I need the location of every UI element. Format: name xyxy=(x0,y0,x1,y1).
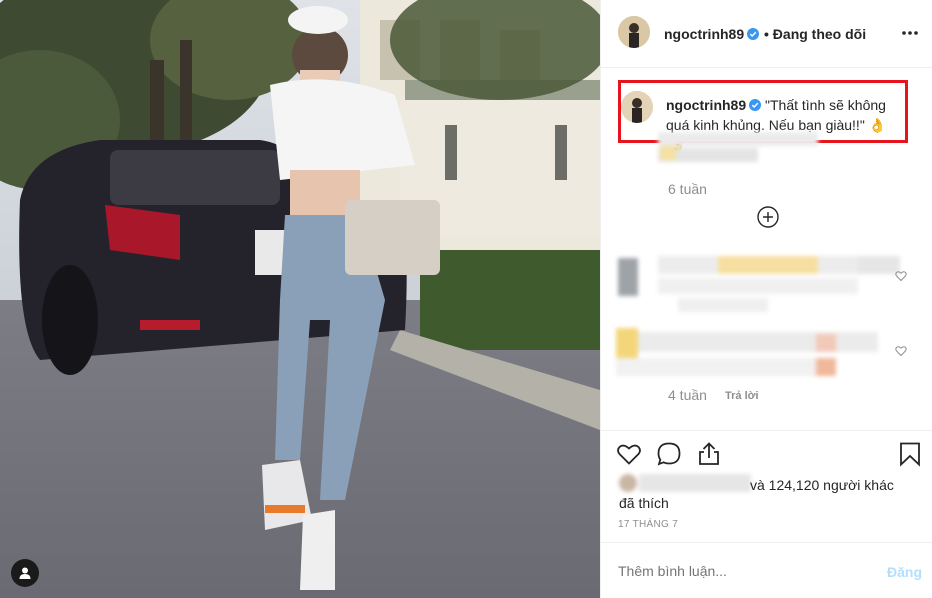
user-tag-icon xyxy=(19,567,31,579)
follow-status-label: Đang theo dõi xyxy=(772,26,867,42)
likes-count-link[interactable]: và 124,120 người khác xyxy=(750,477,894,493)
heart-icon[interactable] xyxy=(895,345,907,357)
verified-badge-icon xyxy=(747,28,760,40)
likes-summary: và 124,120 người khác đã thích xyxy=(619,476,919,512)
likes-suffix: đã thích xyxy=(619,495,669,511)
comment-item xyxy=(616,328,878,380)
caption-time: 6 tuần xyxy=(668,181,707,197)
post-comment-button[interactable]: Đăng xyxy=(887,564,922,580)
more-horizontal-icon[interactable] xyxy=(901,30,919,36)
actions-divider xyxy=(601,430,932,431)
post-side-panel: ngoctrinh89 • Đang theo dõi ngoctrinh89 … xyxy=(600,0,932,598)
post-image xyxy=(0,0,600,598)
add-comment-input[interactable] xyxy=(618,563,868,579)
share-icon[interactable] xyxy=(696,441,722,467)
comment-divider xyxy=(601,542,932,543)
author-avatar[interactable] xyxy=(618,16,650,48)
comment-time: 4 tuần xyxy=(668,387,707,403)
reply-button[interactable]: Trả lời xyxy=(725,390,759,402)
post-date[interactable]: 17 THÁNG 7 xyxy=(618,519,678,530)
heart-icon[interactable] xyxy=(616,441,642,467)
bookmark-icon[interactable] xyxy=(897,441,923,467)
comment-bubble-icon[interactable] xyxy=(656,441,682,467)
avatar-image xyxy=(618,16,650,48)
author-name[interactable]: ngoctrinh89 xyxy=(664,26,760,44)
heart-icon[interactable] xyxy=(895,270,907,282)
comment-item xyxy=(618,256,900,316)
follow-status-button[interactable]: • Đang theo dõi xyxy=(764,26,866,42)
author-username[interactable]: ngoctrinh89 xyxy=(664,26,744,42)
blurred-text xyxy=(658,130,818,172)
post-header: ngoctrinh89 • Đang theo dõi xyxy=(601,0,932,68)
plus-circle-icon[interactable] xyxy=(757,206,779,228)
post-photo[interactable] xyxy=(0,0,600,598)
user-tag-button[interactable] xyxy=(11,559,39,587)
